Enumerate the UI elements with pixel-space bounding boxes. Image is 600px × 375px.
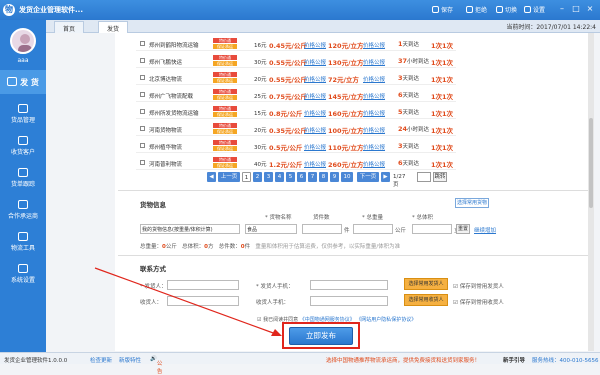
annotation-arrow (94, 267, 282, 336)
promo-text: 选择中国物通推荐物流承运商，提供免费接货和送货到家服务！ (326, 358, 481, 364)
hotline: 服务热线：400-010-5656 (532, 358, 599, 364)
check-update-link[interactable]: 检查更新 (90, 356, 112, 364)
notice-link[interactable]: 🔊 公告 (150, 356, 162, 375)
newbie-guide-link[interactable]: 新手引导 (503, 356, 525, 364)
new-features-link[interactable]: 新版特性 (119, 356, 141, 364)
app-version: 发货企业管理软件1.0.0.0 (4, 358, 68, 364)
status-bar: 发货企业管理软件1.0.0.0 检查更新 新版特性 🔊 公告 选择中国物通推荐物… (0, 352, 600, 375)
